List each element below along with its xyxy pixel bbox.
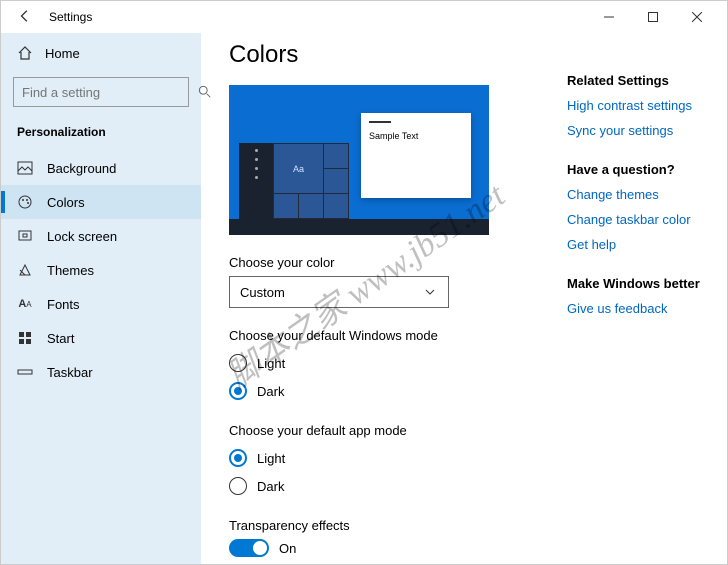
lockscreen-icon: [17, 228, 33, 244]
feedback-link[interactable]: Give us feedback: [567, 301, 703, 316]
app-title: Settings: [49, 10, 92, 24]
chevron-down-icon: [422, 284, 438, 300]
related-link[interactable]: Sync your settings: [567, 123, 703, 138]
sidebar-item-label: Fonts: [47, 297, 80, 312]
sidebar-home[interactable]: Home: [1, 37, 201, 69]
sidebar-item-label: Lock screen: [47, 229, 117, 244]
search-box[interactable]: [13, 77, 189, 107]
taskbar-icon: [17, 364, 33, 380]
main-content: Colors Aa Sample Text Choose your color: [229, 41, 559, 564]
related-link[interactable]: High contrast settings: [567, 98, 703, 113]
question-heading: Have a question?: [567, 162, 703, 177]
maximize-button[interactable]: [631, 3, 675, 31]
sidebar-item-label: Taskbar: [47, 365, 93, 380]
start-icon: [17, 330, 33, 346]
color-preview: Aa Sample Text: [229, 85, 489, 235]
preview-sample-text: Sample Text: [369, 131, 418, 141]
app-mode-label: Choose your default app mode: [229, 423, 559, 438]
sidebar-item-label: Themes: [47, 263, 94, 278]
close-button[interactable]: [675, 3, 719, 31]
app-mode-dark[interactable]: Dark: [229, 472, 559, 500]
windows-mode-light[interactable]: Light: [229, 349, 559, 377]
sidebar-item-background[interactable]: Background: [1, 151, 201, 185]
question-link[interactable]: Get help: [567, 237, 703, 252]
better-heading: Make Windows better: [567, 276, 703, 291]
back-button[interactable]: [9, 3, 41, 32]
question-link[interactable]: Change themes: [567, 187, 703, 202]
color-mode-value: Custom: [240, 285, 285, 300]
transparency-toggle[interactable]: [229, 539, 269, 557]
app-mode-group: Light Dark: [229, 444, 559, 500]
right-column: Related Settings High contrast settings S…: [567, 41, 703, 564]
radio-label: Light: [257, 356, 285, 371]
windows-mode-label: Choose your default Windows mode: [229, 328, 559, 343]
radio-icon: [229, 477, 247, 495]
transparency-value: On: [279, 541, 296, 556]
colors-icon: [17, 194, 33, 210]
question-link[interactable]: Change taskbar color: [567, 212, 703, 227]
preview-startmenu: Aa: [239, 143, 349, 219]
windows-mode-dark[interactable]: Dark: [229, 377, 559, 405]
sidebar-item-colors[interactable]: Colors: [1, 185, 201, 219]
page-title: Colors: [229, 41, 559, 69]
related-heading: Related Settings: [567, 73, 703, 88]
preview-tile-aa: Aa: [274, 144, 323, 193]
windows-mode-group: Light Dark: [229, 349, 559, 405]
sidebar-home-label: Home: [45, 46, 80, 61]
sidebar-item-lock-screen[interactable]: Lock screen: [1, 219, 201, 253]
radio-icon: [229, 449, 247, 467]
transparency-label: Transparency effects: [229, 518, 559, 533]
sidebar-item-start[interactable]: Start: [1, 321, 201, 355]
sidebar-section: Personalization: [1, 115, 201, 151]
choose-color-label: Choose your color: [229, 255, 559, 270]
titlebar: Settings: [1, 1, 727, 33]
sidebar-item-label: Colors: [47, 195, 85, 210]
minimize-button[interactable]: [587, 3, 631, 31]
background-icon: [17, 160, 33, 176]
radio-label: Dark: [257, 384, 284, 399]
radio-label: Light: [257, 451, 285, 466]
fonts-icon: AA: [17, 296, 33, 312]
radio-icon: [229, 354, 247, 372]
sidebar-item-label: Start: [47, 331, 74, 346]
sidebar-item-label: Background: [47, 161, 116, 176]
preview-window: Sample Text: [361, 113, 471, 198]
radio-icon: [229, 382, 247, 400]
search-input[interactable]: [22, 85, 198, 100]
app-mode-light[interactable]: Light: [229, 444, 559, 472]
themes-icon: [17, 262, 33, 278]
home-icon: [17, 45, 33, 61]
radio-label: Dark: [257, 479, 284, 494]
sidebar-item-themes[interactable]: Themes: [1, 253, 201, 287]
sidebar-item-taskbar[interactable]: Taskbar: [1, 355, 201, 389]
sidebar: Home Personalization Background Colors Loc…: [1, 33, 201, 564]
color-mode-select[interactable]: Custom: [229, 276, 449, 308]
sidebar-item-fonts[interactable]: AA Fonts: [1, 287, 201, 321]
preview-taskbar: [229, 219, 489, 235]
